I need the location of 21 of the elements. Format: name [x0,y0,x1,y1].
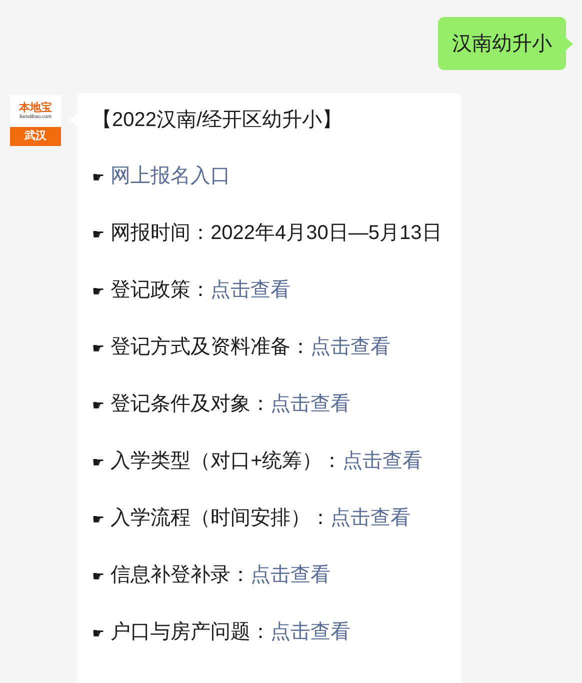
link[interactable]: 点击查看 [342,450,422,472]
link[interactable]: 点击查看 [330,507,411,529]
message-line: ☛ 网上报名入口 [92,164,232,189]
link[interactable]: 点击查看 [250,564,331,586]
message-line: ☛ 登记政策：点击查看 [92,278,292,303]
link[interactable]: 点击查看 [270,393,351,415]
link[interactable]: 点击查看 [210,279,291,301]
link[interactable]: 网上报名入口 [110,165,231,187]
message-line: ☛ 户口与房产问题：点击查看 [92,620,352,645]
logo-text: 本地宝 [19,102,52,114]
message-title: 【2022汉南/经开区幼升小】 [92,108,344,133]
city-label: 武汉 [10,127,61,146]
message-text: 汉南幼升小 [452,32,552,56]
message-line: ☛ 信息补登补录：点击查看 [92,563,332,588]
link[interactable]: 点击查看 [270,621,351,643]
message-line: ☛ 网报时间：2022年4月30日—5月13日 [92,221,443,246]
message-line: ☛ 登记条件及对象：点击查看 [92,392,352,417]
message-line: ☛ 入学类型（对口+统筹）：点击查看 [92,449,424,474]
message-line: ☛ 入学流程（时间安排）：点击查看 [92,506,412,531]
link[interactable]: 点击查看 [310,336,391,358]
message-line: ☛ 登记方式及资料准备：点击查看 [92,335,392,360]
